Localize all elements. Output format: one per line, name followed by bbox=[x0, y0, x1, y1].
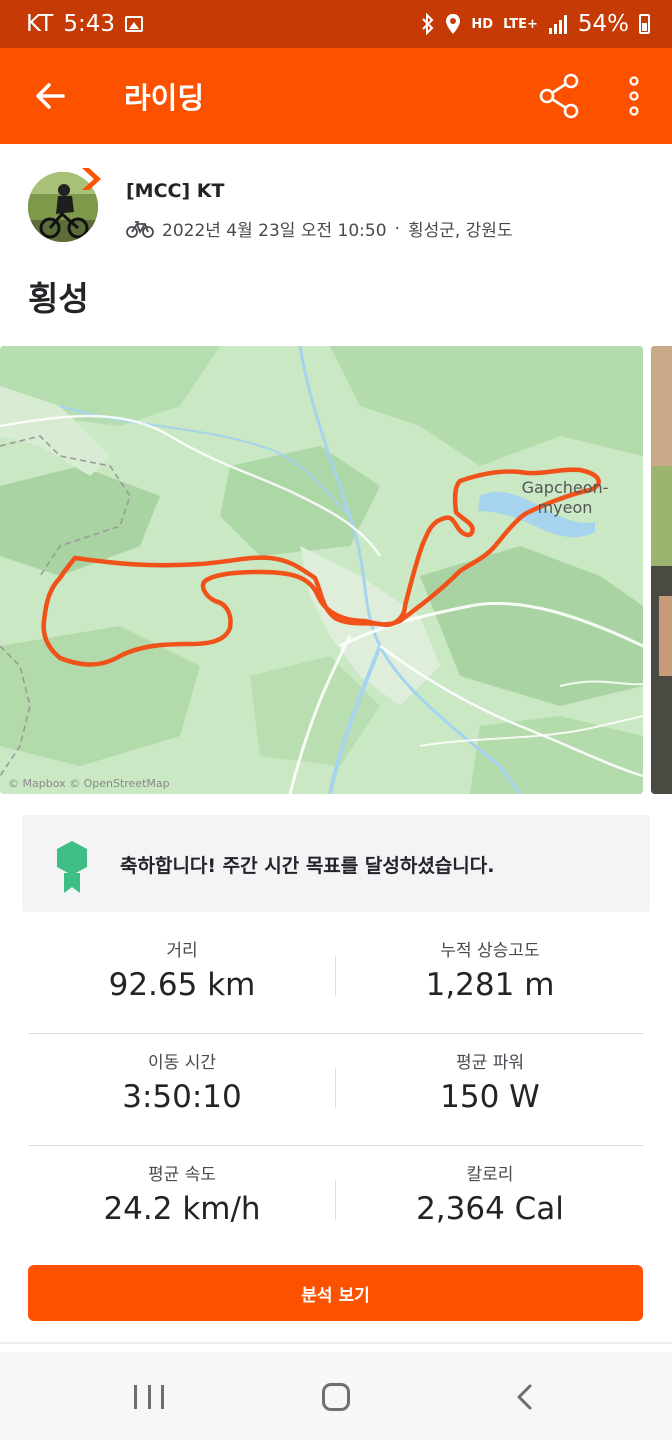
page-title: 라이딩 bbox=[124, 81, 205, 115]
back-nav-button[interactable] bbox=[512, 1383, 540, 1411]
status-bar: KT 5:43 HD LTE+ 54% bbox=[0, 0, 672, 48]
activity-location: 횡성군, 강원도 bbox=[407, 221, 513, 241]
stat-average-speed: 평균 속도 24.2 km/h bbox=[103, 1165, 261, 1227]
stat-elevation-gain: 누적 상승고도 1,281 m bbox=[425, 941, 555, 1003]
more-options-button[interactable] bbox=[612, 72, 656, 120]
clock: 5:43 bbox=[63, 11, 116, 37]
gallery-notification-icon bbox=[125, 16, 144, 32]
home-button[interactable] bbox=[322, 1383, 350, 1411]
more-vertical-icon bbox=[629, 76, 639, 116]
stats-row: 이동 시간 3:50:10 평균 파워 150 W bbox=[28, 1034, 644, 1146]
route-map[interactable]: © Mapbox © OpenStreetMap bbox=[0, 346, 643, 794]
divider bbox=[0, 1342, 672, 1344]
hd-voice-label: HD bbox=[471, 16, 494, 32]
activity-header: [MCC] KT 2022년 4월 23일 오전 10:50 · 횡성군, 강원… bbox=[0, 160, 672, 260]
medal-icon bbox=[57, 841, 87, 893]
location-icon bbox=[446, 14, 461, 34]
network-type-label: LTE+ bbox=[503, 16, 538, 32]
map-canvas bbox=[0, 346, 643, 794]
bike-icon bbox=[126, 220, 154, 238]
activity-datetime: 2022년 4월 23일 오전 10:50 bbox=[162, 221, 387, 241]
system-nav-bar bbox=[0, 1352, 672, 1440]
map-place-label: Gapcheon- myeon bbox=[521, 478, 609, 517]
bluetooth-icon bbox=[422, 13, 434, 35]
app-bar: 라이딩 bbox=[0, 48, 672, 144]
stat-average-power: 평균 파워 150 W bbox=[440, 1053, 540, 1115]
stats-grid: 거리 92.65 km 누적 상승고도 1,281 m 이동 시간 3:50:1… bbox=[28, 922, 644, 1258]
achievement-banner[interactable]: 축하합니다! 주간 시간 목표를 달성하셨습니다. bbox=[22, 815, 650, 912]
carrier-label: KT bbox=[26, 11, 54, 37]
activity-meta: 2022년 4월 23일 오전 10:50 · 횡성군, 강원도 bbox=[126, 216, 513, 241]
stat-distance: 거리 92.65 km bbox=[108, 941, 256, 1003]
share-icon bbox=[539, 73, 579, 119]
athlete-name[interactable]: [MCC] KT bbox=[126, 180, 224, 202]
activity-title: 횡성 bbox=[28, 279, 89, 318]
stats-row: 거리 92.65 km 누적 상승고도 1,281 m bbox=[28, 922, 644, 1034]
recent-apps-button[interactable] bbox=[134, 1385, 164, 1409]
map-attribution: © Mapbox © OpenStreetMap bbox=[8, 777, 170, 790]
back-button[interactable] bbox=[0, 48, 100, 144]
battery-percent: 54% bbox=[577, 11, 629, 37]
stat-calories: 칼로리 2,364 Cal bbox=[416, 1165, 564, 1227]
view-analysis-button[interactable]: 분석 보기 bbox=[28, 1265, 643, 1321]
signal-icon bbox=[548, 15, 567, 34]
chevron-badge-icon bbox=[82, 168, 101, 190]
stat-moving-time: 이동 시간 3:50:10 bbox=[122, 1053, 242, 1115]
meta-separator: · bbox=[394, 218, 400, 239]
photo-thumbnail[interactable] bbox=[651, 346, 672, 794]
stats-row: 평균 속도 24.2 km/h 칼로리 2,364 Cal bbox=[28, 1146, 644, 1258]
share-button[interactable] bbox=[535, 72, 583, 120]
achievement-text: 축하합니다! 주간 시간 목표를 달성하셨습니다. bbox=[120, 855, 495, 877]
battery-icon bbox=[639, 14, 650, 34]
arrow-left-icon bbox=[36, 83, 65, 109]
